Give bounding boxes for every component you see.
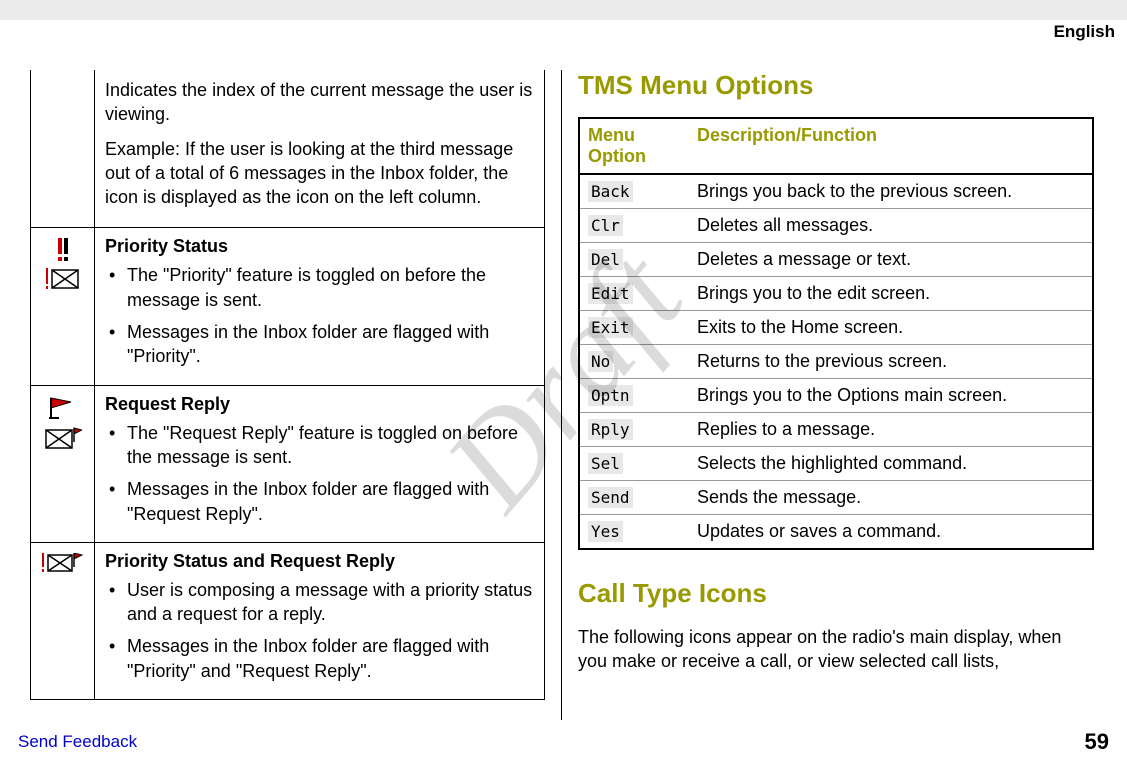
priority-reply-title: Priority Status and Request Reply: [105, 551, 534, 572]
priority-reply-icons-cell: [31, 542, 95, 699]
menu-desc: Deletes all messages.: [689, 209, 1093, 243]
reply-desc-cell: Request Reply The "Request Reply" featur…: [95, 385, 545, 542]
menu-opt: Optn: [588, 385, 633, 406]
tms-menu-table: Menu Option Description/Function Back Bri…: [578, 117, 1094, 550]
menu-desc: Exits to the Home screen.: [689, 311, 1093, 345]
menu-desc: Brings you to the edit screen.: [689, 277, 1093, 311]
priority-desc-cell: Priority Status The "Priority" feature i…: [95, 228, 545, 385]
table-row: Yes Updates or saves a command.: [579, 515, 1093, 550]
list-item: Messages in the Inbox folder are flagged…: [105, 634, 534, 683]
priority-reply-desc-cell: Priority Status and Request Reply User i…: [95, 542, 545, 699]
menu-desc: Deletes a message or text.: [689, 243, 1093, 277]
list-item: The "Request Reply" feature is toggled o…: [105, 421, 534, 470]
language-label: English: [1054, 22, 1115, 42]
table-row: Priority Status The "Priority" feature i…: [31, 228, 545, 385]
priority-title: Priority Status: [105, 236, 534, 257]
menu-opt: Back: [588, 181, 633, 202]
table-row: Sel Selects the highlighted command.: [579, 447, 1093, 481]
top-grey-bar: [0, 0, 1127, 20]
page-footer: Send Feedback 59: [0, 729, 1127, 755]
call-type-heading: Call Type Icons: [578, 578, 1094, 609]
reply-icons-cell: [31, 385, 95, 542]
table-row: Exit Exits to the Home screen.: [579, 311, 1093, 345]
priority-reply-envelope-icon: [42, 553, 84, 575]
send-feedback-link[interactable]: Send Feedback: [18, 732, 137, 752]
list-item: Messages in the Inbox folder are flagged…: [105, 477, 534, 526]
list-item: The "Priority" feature is toggled on bef…: [105, 263, 534, 312]
table-row: Request Reply The "Request Reply" featur…: [31, 385, 545, 542]
menu-opt: Del: [588, 249, 623, 270]
intro-line2: Example: If the user is looking at the t…: [105, 137, 534, 210]
priority-envelope-icon: [46, 268, 80, 290]
table-row: No Returns to the previous screen.: [579, 345, 1093, 379]
priority-exclaim-icon: [54, 238, 72, 262]
priority-icons-cell: [31, 228, 95, 385]
right-column: TMS Menu Options Menu Option Description…: [562, 70, 1110, 720]
left-column: Indicates the index of the current messa…: [14, 70, 562, 720]
menu-desc-header: Description/Function: [689, 118, 1093, 174]
menu-opt: Send: [588, 487, 633, 508]
menu-opt: Rply: [588, 419, 633, 440]
menu-opt: Edit: [588, 283, 633, 304]
menu-desc: Replies to a message.: [689, 413, 1093, 447]
icon-definitions-table: Indicates the index of the current messa…: [30, 70, 545, 700]
menu-option-header: Menu Option: [579, 118, 689, 174]
reply-flag-icon: [49, 396, 77, 420]
table-row: Send Sends the message.: [579, 481, 1093, 515]
menu-opt: Yes: [588, 521, 623, 542]
list-item: Messages in the Inbox folder are flagged…: [105, 320, 534, 369]
table-row: Rply Replies to a message.: [579, 413, 1093, 447]
menu-desc: Returns to the previous screen.: [689, 345, 1093, 379]
menu-desc: Sends the message.: [689, 481, 1093, 515]
menu-desc: Updates or saves a command.: [689, 515, 1093, 550]
table-row: Edit Brings you to the edit screen.: [579, 277, 1093, 311]
table-row: Clr Deletes all messages.: [579, 209, 1093, 243]
table-row: Priority Status and Request Reply User i…: [31, 542, 545, 699]
menu-opt: No: [588, 351, 613, 372]
menu-opt: Clr: [588, 215, 623, 236]
call-type-intro: The following icons appear on the radio'…: [578, 625, 1094, 674]
reply-title: Request Reply: [105, 394, 534, 415]
menu-desc: Selects the highlighted command.: [689, 447, 1093, 481]
table-row: Optn Brings you to the Options main scree…: [579, 379, 1093, 413]
intro-cell: Indicates the index of the current messa…: [95, 70, 545, 228]
page-number: 59: [1085, 729, 1109, 755]
tms-heading: TMS Menu Options: [578, 70, 1094, 101]
menu-opt: Exit: [588, 317, 633, 338]
menu-desc: Brings you to the Options main screen.: [689, 379, 1093, 413]
menu-opt: Sel: [588, 453, 623, 474]
table-row: Back Brings you back to the previous scre…: [579, 174, 1093, 209]
list-item: User is composing a message with a prior…: [105, 578, 534, 627]
intro-line1: Indicates the index of the current messa…: [105, 78, 534, 127]
menu-desc: Brings you back to the previous screen.: [689, 174, 1093, 209]
table-row: Del Deletes a message or text.: [579, 243, 1093, 277]
page-content: Indicates the index of the current messa…: [0, 20, 1127, 720]
icon-cell-empty: [31, 70, 95, 228]
reply-envelope-flag-icon: [44, 426, 82, 452]
